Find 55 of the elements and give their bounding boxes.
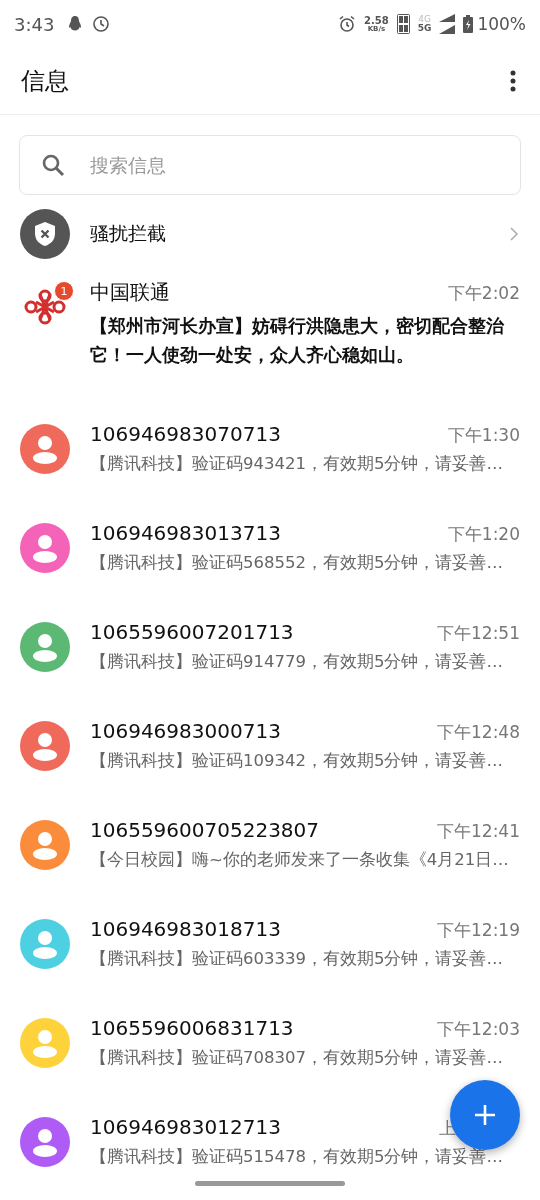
conversation-item[interactable]: 106946983070713 下午1:30 【腾讯科技】验证码943421，有效期5分钟，请妥善… [0,399,540,498]
sender-name: 1065596007201713 [90,620,294,644]
conversation-item[interactable]: 1065596007201713 下午12:51 【腾讯科技】验证码914779，有效期5分钟，请妥善… [0,597,540,696]
message-preview: 【腾讯科技】验证码943421，有效期5分钟，请妥善… [90,453,504,475]
sender-name: 106946983018713 [90,917,281,941]
message-preview: 【腾讯科技】验证码109342，有效期5分钟，请妥善… [90,750,504,772]
sender-name: 106559600705223807 [90,818,320,842]
sender-name: 106946983013713 [90,521,281,545]
status-time: 3:43 [14,13,55,35]
page-title: 信息 [21,66,69,97]
search-icon [41,153,65,177]
message-time: 下午1:30 [447,424,520,447]
knot-logo-icon [23,289,67,325]
message-preview: 【今日校园】嗨~你的老师发来了一条收集《4月21日… [90,849,510,871]
spam-filter-row[interactable]: 骚扰拦截 [0,195,540,259]
message-time: 下午12:19 [437,919,520,942]
sender-name: 106946983000713 [90,719,281,743]
network-type-label: 4G [418,15,431,24]
sender-name: 106946983070713 [90,422,281,446]
signal-icon [439,14,456,34]
clock-icon [92,15,111,33]
shield-icon [20,209,70,259]
message-time: 下午12:51 [437,622,520,645]
battery-level: 100% [477,14,526,34]
message-preview: 【腾讯科技】验证码914779，有效期5分钟，请妥善… [90,651,504,673]
sim-card-icon [396,14,410,34]
conversation-item[interactable]: 106946983018713 下午12:19 【腾讯科技】验证码603339，有效期5分钟，请妥善… [0,894,540,993]
conversation-item[interactable]: 1 中国联通 下午2:02 【郑州市河长办宣】妨碍行洪隐患大，密切配合整治它！一人使劲一处安，众人齐心稳如山。 [0,269,540,399]
message-preview: 【腾讯科技】验证码568552，有效期5分钟，请妥善… [90,552,504,574]
conversation-item[interactable]: 106946983000713 下午12:48 【腾讯科技】验证码109342，有效期5分钟，请妥善… [0,696,540,795]
unread-count-badge: 1 [54,281,74,301]
more-options-icon[interactable] [510,70,516,92]
conversation-item[interactable]: 106559600705223807 下午12:41 【今日校园】嗨~你的老师发来了一条收集《4月21日… [0,795,540,894]
conversation-item[interactable]: 106946983013713 下午1:20 【腾讯科技】验证码568552，有效期5分钟，请妥善… [0,498,540,597]
sender-name: 中国联通 [90,279,170,306]
spam-filter-label: 骚扰拦截 [90,221,167,246]
network-type-label: 5G [417,24,432,33]
message-time: 下午1:20 [447,523,520,546]
message-preview: 【郑州市河长办宣】妨碍行洪隐患大，密切配合整治它！一人使劲一处安，众人齐心稳如山。 [90,315,505,367]
battery-icon [463,15,474,33]
plus-icon [475,1105,495,1125]
message-preview: 【腾讯科技】验证码708307，有效期5分钟，请妥善… [90,1047,504,1069]
message-time: 下午12:48 [437,721,520,744]
message-time: 下午12:03 [437,1018,520,1041]
message-preview: 【腾讯科技】验证码603339，有效期5分钟，请妥善… [90,948,504,970]
search-field[interactable]: 搜索信息 [19,135,521,195]
conversation-item[interactable]: 1065596006831713 下午12:03 【腾讯科技】验证码708307，有效期5分钟，请妥善… [0,993,540,1092]
sender-name: 1065596006831713 [90,1016,294,1040]
message-time: 下午12:41 [437,820,520,843]
sender-name: 106946983012713 [90,1115,281,1139]
network-speed: 2.58 [364,15,389,26]
alarm-icon [338,15,357,33]
chevron-right-icon [510,227,518,241]
message-preview: 【腾讯科技】验证码515478，有效期5分钟，请妥善… [90,1146,504,1168]
message-time: 下午2:02 [447,282,520,305]
